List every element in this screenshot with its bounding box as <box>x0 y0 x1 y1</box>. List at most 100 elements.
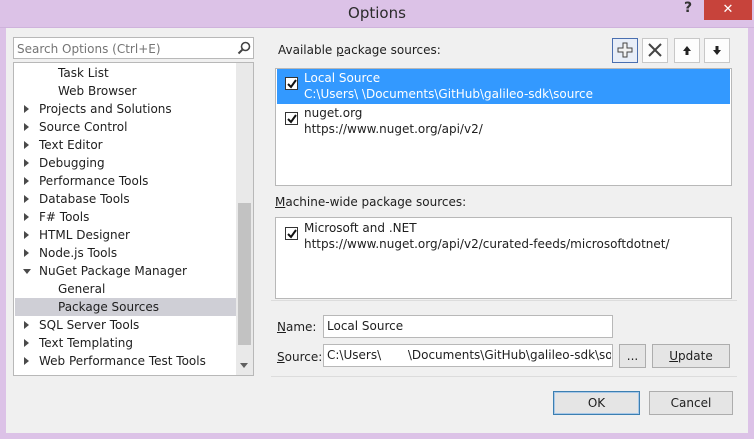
search-input[interactable] <box>17 41 227 56</box>
tree-item-label: Source Control <box>39 120 128 134</box>
add-source-button[interactable] <box>612 38 638 63</box>
remove-source-button[interactable] <box>642 38 668 63</box>
options-tree[interactable]: Web Performance Test Tools Text Templatin… <box>13 62 254 376</box>
tree-item-label: NuGet Package Manager <box>39 264 187 278</box>
source-url: https://www.nuget.org/api/v2/ <box>304 122 483 136</box>
tree-item[interactable]: Text Templating <box>15 334 236 352</box>
source-field[interactable] <box>323 344 613 367</box>
source-name: nuget.org <box>304 106 363 120</box>
arrow-up-icon <box>683 46 691 55</box>
tree-item-label: Node.js Tools <box>39 246 118 260</box>
tree-item[interactable]: Performance Tools <box>15 172 236 190</box>
tree-scrollbar-thumb[interactable] <box>238 203 251 345</box>
search-box[interactable] <box>13 37 254 59</box>
machine-wide-sources-list[interactable]: Microsoft and .NET https://www.nuget.org… <box>275 217 732 299</box>
source-checkbox[interactable] <box>285 77 298 90</box>
source-input[interactable] <box>327 348 611 362</box>
tree-item[interactable]: Node.js Tools <box>15 244 236 262</box>
expand-triangle-right-icon[interactable] <box>24 177 29 185</box>
available-sources-label: Available package sources: <box>278 43 441 57</box>
cancel-button[interactable]: Cancel <box>649 391 733 415</box>
close-button[interactable]: ✕ <box>704 0 752 20</box>
scroll-down-arrow-icon[interactable] <box>240 363 248 368</box>
tree-item[interactable]: General <box>15 280 236 298</box>
tree-item-label: Package Sources <box>58 300 160 314</box>
ok-button[interactable]: OK <box>553 391 640 415</box>
tree-item[interactable]: Web Browser <box>15 82 236 100</box>
source-url: https://www.nuget.org/api/v2/curated-fee… <box>304 237 670 251</box>
tree-item[interactable]: Text Editor <box>15 136 236 154</box>
source-url: C:\Users\ \Documents\GitHub\galileo-sdk\… <box>304 87 594 101</box>
tree-item-label: Web Performance Test Tools <box>39 354 206 368</box>
source-label: Source: <box>277 350 323 364</box>
expand-triangle-right-icon[interactable] <box>24 231 29 239</box>
source-name: Local Source <box>304 71 381 85</box>
tree-item-label: Text Templating <box>39 336 134 350</box>
window-title: Options <box>348 4 406 22</box>
browse-button[interactable]: ... <box>619 344 646 368</box>
machine-wide-sources-label: Machine-wide package sources: <box>275 195 467 209</box>
checkmark-icon <box>287 79 297 89</box>
tree-item-label: Debugging <box>39 156 105 170</box>
window-frame-left <box>0 28 6 439</box>
expand-triangle-right-icon[interactable] <box>24 141 29 149</box>
tree-item[interactable]: F# Tools <box>15 208 236 226</box>
divider <box>271 376 737 377</box>
tree-scrollbar[interactable] <box>236 63 253 375</box>
name-input[interactable] <box>327 319 609 333</box>
source-name: Microsoft and .NET <box>304 221 417 235</box>
tree-item[interactable]: Debugging <box>15 154 236 172</box>
search-icon[interactable] <box>236 40 252 56</box>
move-up-button[interactable] <box>674 38 700 63</box>
tree-item-label: SQL Server Tools <box>39 318 140 332</box>
window-frame-bottom <box>0 433 754 439</box>
expand-triangle-right-icon[interactable] <box>24 123 29 131</box>
available-sources-list[interactable]: Local Source C:\Users\ \Documents\GitHub… <box>275 68 732 186</box>
expand-triangle-right-icon[interactable] <box>24 321 29 329</box>
tree-item[interactable]: Web Performance Test Tools <box>15 352 236 370</box>
expand-triangle-right-icon[interactable] <box>24 357 29 365</box>
list-item[interactable]: Local Source C:\Users\ \Documents\GitHub… <box>277 69 730 104</box>
expand-triangle-right-icon[interactable] <box>24 249 29 257</box>
expand-triangle-right-icon[interactable] <box>24 159 29 167</box>
source-checkbox[interactable] <box>285 112 298 125</box>
list-item[interactable]: nuget.org https://www.nuget.org/api/v2/ <box>277 104 730 139</box>
tree-item-label: Web Browser <box>58 84 137 98</box>
title-bar: Options ? ✕ <box>0 0 754 28</box>
expand-triangle-right-icon[interactable] <box>24 105 29 113</box>
expand-triangle-right-icon[interactable] <box>24 213 29 221</box>
help-button[interactable]: ? <box>676 0 700 20</box>
name-label: Name: <box>277 320 317 334</box>
checkmark-icon <box>287 114 297 124</box>
tree-item-label: Task List <box>58 66 109 80</box>
tree-item-label: Text Editor <box>39 138 103 152</box>
tree-item[interactable]: NuGet Package Manager <box>15 262 236 280</box>
expand-triangle-right-icon[interactable] <box>24 195 29 203</box>
expand-triangle-right-icon[interactable] <box>24 339 29 347</box>
tree-item[interactable]: Database Tools <box>15 190 236 208</box>
expand-triangle-down-icon[interactable] <box>23 269 31 274</box>
tree-item[interactable]: Package Sources <box>15 298 236 316</box>
list-item[interactable]: Microsoft and .NET https://www.nuget.org… <box>277 219 730 254</box>
tree-item[interactable]: HTML Designer <box>15 226 236 244</box>
plus-icon <box>617 42 633 58</box>
tree-item-label: Performance Tools <box>39 174 149 188</box>
source-checkbox[interactable] <box>285 227 298 240</box>
tree-item[interactable]: SQL Server Tools <box>15 316 236 334</box>
name-field[interactable] <box>323 315 613 338</box>
window-frame-right <box>748 28 754 439</box>
update-button[interactable]: Update <box>652 344 730 368</box>
tree-item-label: General <box>58 282 106 296</box>
divider <box>271 300 737 301</box>
tree-item-label: Projects and Solutions <box>39 102 172 116</box>
tree-item-label: F# Tools <box>39 210 90 224</box>
tree-item[interactable]: Source Control <box>15 118 236 136</box>
tree-item-label: HTML Designer <box>39 228 130 242</box>
tree-item[interactable]: Task List <box>15 64 236 82</box>
x-icon <box>648 43 662 57</box>
move-down-button[interactable] <box>704 38 730 63</box>
arrow-down-icon <box>713 46 721 55</box>
checkmark-icon <box>287 229 297 239</box>
tree-item[interactable]: Projects and Solutions <box>15 100 236 118</box>
tree-item-label: Database Tools <box>39 192 130 206</box>
